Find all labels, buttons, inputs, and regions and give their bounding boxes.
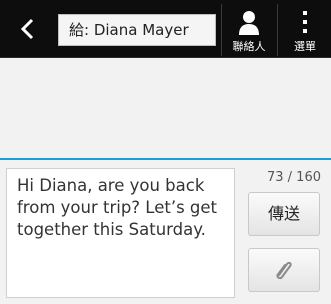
person-icon: [239, 11, 259, 35]
contacts-label: 聯絡人: [232, 40, 266, 53]
composer-panel: Hi Diana, are you back from your trip? L…: [0, 158, 331, 304]
character-counter: 73 / 160: [267, 170, 321, 185]
conversation-area: [0, 58, 331, 158]
send-button[interactable]: 傳送: [248, 192, 320, 236]
back-button[interactable]: [6, 6, 48, 52]
attach-button[interactable]: [248, 248, 320, 292]
paperclip-icon: [276, 261, 292, 280]
menu-label: 選單: [294, 40, 316, 53]
overflow-menu-icon: [303, 11, 307, 33]
message-text: Hi Diana, are you back from your trip? L…: [17, 176, 218, 239]
contacts-button[interactable]: 聯絡人: [221, 4, 275, 56]
recipient-field[interactable]: 給: Diana Mayer: [58, 14, 216, 46]
menu-button[interactable]: 選單: [277, 4, 331, 56]
message-input[interactable]: Hi Diana, are you back from your trip? L…: [6, 168, 235, 298]
top-bar: 給: Diana Mayer 聯絡人 選單: [0, 0, 331, 58]
back-chevron-icon: [20, 18, 34, 40]
